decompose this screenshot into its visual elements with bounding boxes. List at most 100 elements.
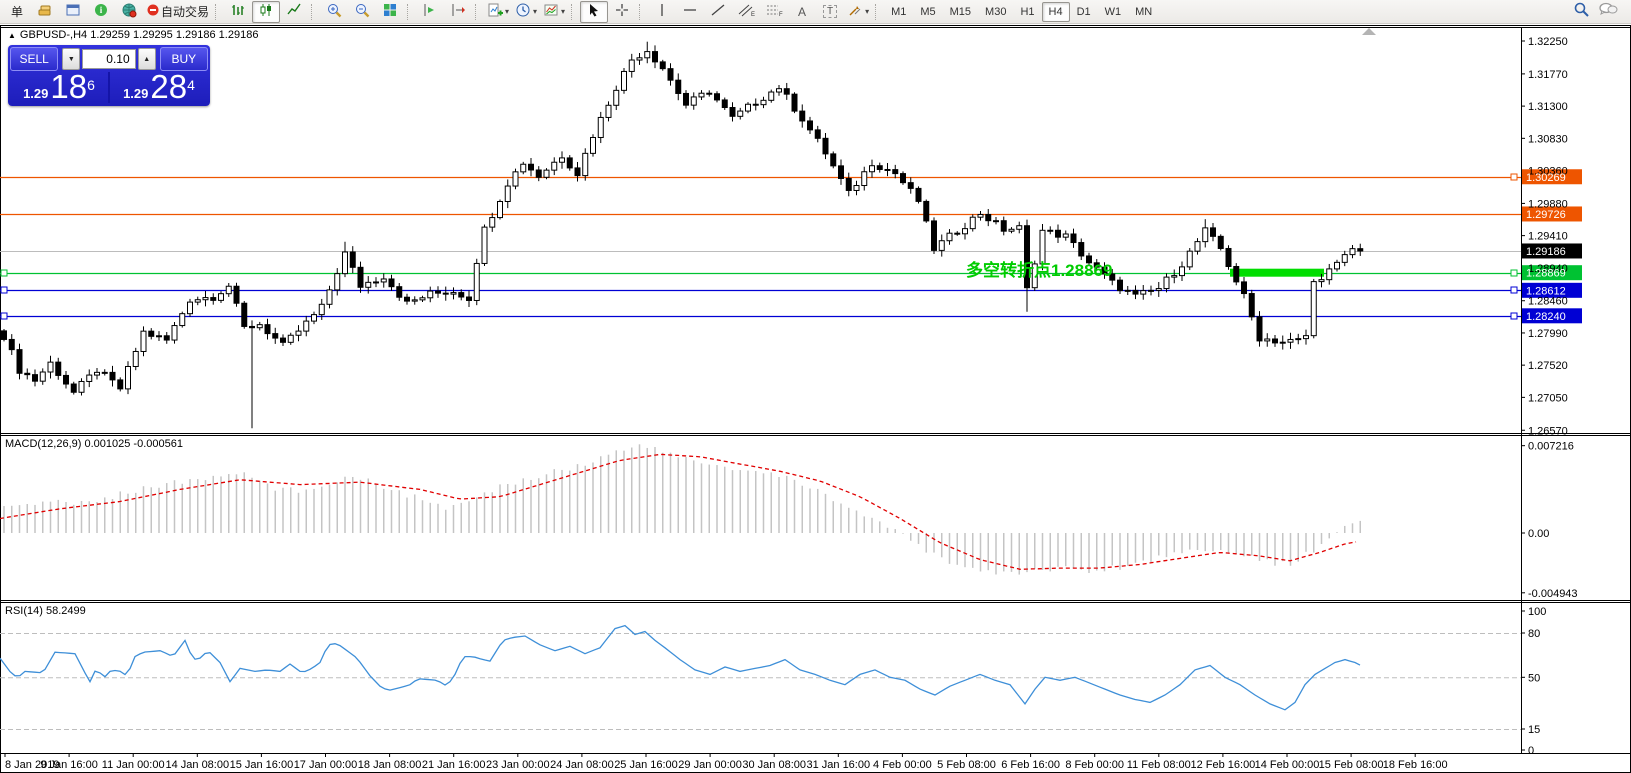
tab-timeframe-mn[interactable]: MN — [1128, 2, 1159, 22]
arrows-tool-button[interactable]: ▾ — [844, 1, 872, 23]
zoom-in-button[interactable] — [320, 1, 348, 23]
candle-body — [1071, 234, 1076, 243]
tile-windows-button[interactable] — [376, 1, 404, 23]
zoom-in-icon — [326, 2, 342, 21]
text-tool-button[interactable]: A — [788, 1, 816, 23]
candle-body — [319, 304, 324, 314]
volume-increment-button[interactable]: ▲ — [138, 48, 156, 70]
candle-body — [761, 100, 766, 104]
line-chart-mode-button[interactable] — [280, 1, 308, 23]
dropdown-arrow-icon[interactable]: ▾ — [865, 7, 869, 16]
candle-body — [1211, 228, 1216, 236]
candle-body — [831, 154, 836, 166]
candlestick-mode-button[interactable] — [252, 1, 280, 23]
chart-window-button[interactable] — [59, 1, 87, 23]
trendline-tool-button[interactable] — [704, 1, 732, 23]
price-tick-label: 1.29410 — [1528, 231, 1568, 243]
volume-input[interactable]: 0.10 — [82, 49, 135, 69]
sell-price-sup: 6 — [87, 72, 95, 98]
chart-window[interactable]: 1.322501.317701.313001.308301.303601.298… — [0, 25, 1631, 773]
candle-body — [110, 372, 115, 380]
rsi-value: 58.2499 — [46, 605, 86, 617]
line-handle[interactable] — [1511, 287, 1517, 293]
symbol-ohlc-text: GBPUSD-,H4 1.29259 1.29295 1.29186 1.291… — [20, 29, 259, 41]
candle-body — [226, 286, 231, 293]
time-axis[interactable] — [0, 753, 1631, 757]
chat-icon[interactable] — [1598, 1, 1618, 22]
candle-body — [443, 293, 448, 294]
price-tick-label: 1.31300 — [1528, 101, 1568, 113]
tab-timeframe-m30[interactable]: M30 — [978, 2, 1013, 22]
candle-body — [374, 282, 379, 283]
candle-body — [381, 279, 386, 282]
pivot-zone-segment[interactable] — [1230, 269, 1324, 277]
candle-body — [846, 178, 851, 190]
candle-body — [1358, 249, 1363, 251]
dropdown-arrow-icon[interactable]: ▾ — [533, 7, 537, 16]
volume-decrement-button[interactable]: ▼ — [62, 48, 80, 70]
periods-button[interactable]: ▾ — [512, 1, 540, 23]
zoom-out-button[interactable] — [348, 1, 376, 23]
candle-body — [1280, 342, 1285, 343]
search-icon[interactable] — [1573, 1, 1590, 23]
candle-body — [87, 375, 92, 381]
tab-timeframe-h4[interactable]: H4 — [1042, 2, 1070, 22]
line-handle[interactable] — [1511, 174, 1517, 180]
candle-body — [901, 174, 906, 183]
tab-timeframe-m5[interactable]: M5 — [913, 2, 942, 22]
indicators-button[interactable]: ▾ — [484, 1, 512, 23]
autotrade-button[interactable]: 自动交易 — [143, 1, 212, 23]
candle-body — [498, 201, 503, 217]
candle-body — [916, 188, 921, 201]
line-handle[interactable] — [1, 270, 7, 276]
vline-tool-button[interactable] — [648, 1, 676, 23]
time-axis-label: 15 Feb 08:00 — [1319, 759, 1384, 771]
new-order-button[interactable]: 单 — [3, 1, 31, 23]
candle-body — [591, 137, 596, 153]
signal-button[interactable] — [115, 1, 143, 23]
channel-tool-button[interactable]: E — [732, 1, 760, 23]
candle-body — [33, 375, 38, 382]
text-label-tool-button[interactable]: T — [816, 1, 844, 23]
time-axis-label: 5 Feb 08:00 — [937, 759, 996, 771]
hline-tool-button[interactable] — [676, 1, 704, 23]
scroll-marker-icon[interactable] — [1362, 28, 1376, 35]
tab-timeframe-m15[interactable]: M15 — [943, 2, 978, 22]
market-watch-button[interactable] — [31, 1, 59, 23]
crosshair-tool-button[interactable] — [608, 1, 636, 23]
sell-price-display: 1.29 18 6 — [10, 72, 110, 103]
tab-timeframe-d1[interactable]: D1 — [1070, 2, 1098, 22]
cursor-tool-button[interactable] — [580, 1, 608, 23]
candle-body — [1017, 226, 1022, 230]
line-handle[interactable] — [1, 287, 7, 293]
candle-body — [1164, 277, 1169, 288]
line-handle[interactable] — [1511, 270, 1517, 276]
dropdown-arrow-icon[interactable]: ▾ — [505, 7, 509, 16]
candle-body — [722, 100, 727, 108]
info-button[interactable]: i — [87, 1, 115, 23]
toolbar-separator — [475, 4, 480, 20]
cursor-icon — [586, 2, 602, 21]
auto-scroll-button[interactable] — [416, 1, 444, 23]
candle-body — [939, 241, 944, 251]
candle-body — [730, 108, 735, 117]
collapse-panel-icon[interactable]: ▲ — [8, 31, 16, 40]
pivot-annotation[interactable]: 多空转折点1.28869 — [966, 256, 1112, 281]
tab-timeframe-w1[interactable]: W1 — [1098, 2, 1129, 22]
candle-body — [2, 331, 7, 340]
templates-button[interactable]: ▾ — [540, 1, 568, 23]
candle-body — [118, 380, 123, 389]
candle-body — [908, 183, 913, 189]
time-axis-label: 6 Feb 16:00 — [1001, 759, 1060, 771]
chart-shift-button[interactable] — [444, 1, 472, 23]
line-handle[interactable] — [1511, 313, 1517, 319]
toolbar-right-group — [1573, 1, 1628, 23]
bar-chart-mode-button[interactable] — [224, 1, 252, 23]
fibonacci-tool-button[interactable]: F — [760, 1, 788, 23]
tab-timeframe-m1[interactable]: M1 — [884, 2, 913, 22]
dropdown-arrow-icon[interactable]: ▾ — [561, 7, 565, 16]
chart-canvas[interactable]: 1.322501.317701.313001.308301.303601.298… — [0, 25, 1631, 773]
tab-timeframe-h1[interactable]: H1 — [1013, 2, 1041, 22]
candle-body — [676, 80, 681, 93]
line-handle[interactable] — [1, 313, 7, 319]
